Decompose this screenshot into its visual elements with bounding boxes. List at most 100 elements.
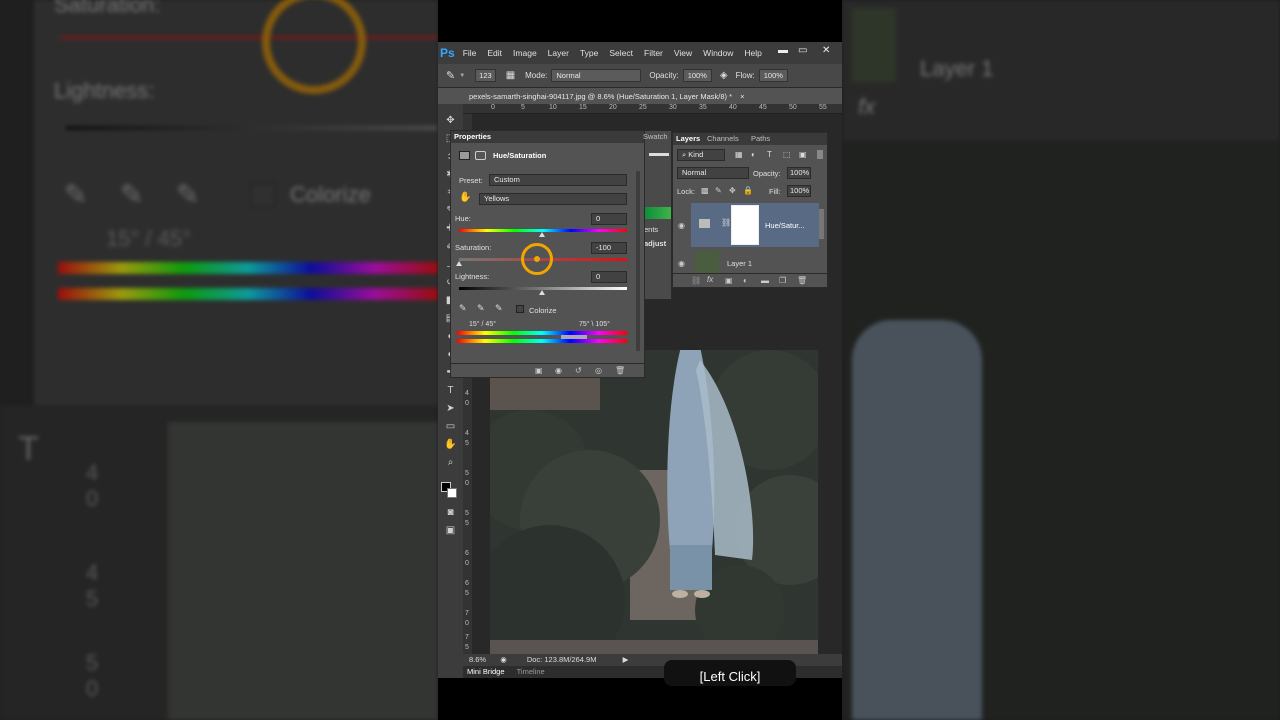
lightness-slider-thumb[interactable] — [539, 290, 545, 295]
menu-view[interactable]: View — [674, 48, 692, 58]
tab-timeline[interactable]: Timeline — [517, 667, 545, 676]
zoom-level[interactable]: 8.6% — [469, 655, 486, 664]
flow-field[interactable]: 100% — [758, 69, 788, 82]
status-info-icon[interactable]: ◉ — [500, 655, 507, 664]
menu-type[interactable]: Type — [580, 48, 598, 58]
reset-icon[interactable]: ↺ — [575, 366, 582, 375]
fill-field[interactable]: 100% — [787, 185, 811, 197]
eye-icon[interactable]: ◉ — [678, 221, 685, 230]
layers-panel-tabs: Layers Channels Paths — [673, 133, 827, 145]
lock-position-icon[interactable]: ✥ — [729, 186, 736, 195]
filter-smart-icon[interactable]: ▣ — [799, 150, 807, 159]
menu-layer[interactable]: Layer — [548, 48, 569, 58]
eyedropper-plus-icon[interactable]: ✎ — [477, 303, 485, 314]
lock-pixels-icon[interactable]: ✎ — [715, 186, 722, 195]
tab-swatches[interactable]: Swatch — [643, 132, 668, 141]
tab-channels[interactable]: Channels — [707, 134, 739, 143]
filter-pixel-icon[interactable]: ▦ — [735, 150, 743, 159]
menu-window[interactable]: Window — [703, 48, 733, 58]
tab-layers[interactable]: Layers — [676, 134, 700, 143]
brush-tool-icon[interactable]: ✎ — [446, 69, 455, 82]
channel-select[interactable]: Yellows — [479, 193, 627, 205]
hand-tool-icon[interactable]: ✋ — [444, 438, 457, 451]
trash-icon[interactable]: 🗑 — [615, 366, 625, 375]
status-menu-arrow-icon[interactable]: ▶ — [623, 655, 629, 664]
ruler-tick-label: 0 — [465, 480, 469, 487]
new-group-icon[interactable]: ▬ — [761, 276, 769, 285]
menu-image[interactable]: Image — [513, 48, 537, 58]
saturation-slider-thumb[interactable] — [456, 261, 462, 266]
fx-icon[interactable]: fx — [707, 275, 713, 284]
menu-select[interactable]: Select — [609, 48, 633, 58]
filter-type-icon[interactable]: T — [767, 150, 772, 159]
layer-opacity-field[interactable]: 100% — [787, 167, 811, 179]
tab-paths[interactable]: Paths — [751, 134, 770, 143]
background-color-swatch[interactable] — [447, 488, 457, 498]
filter-kind-select[interactable]: ⌕ Kind — [677, 149, 725, 161]
view-previous-icon[interactable]: ◉ — [555, 366, 562, 375]
minimize-button[interactable]: ▬ — [778, 45, 788, 56]
shape-tool-icon[interactable]: ▭ — [444, 420, 457, 433]
path-select-tool-icon[interactable]: ➤ — [444, 402, 457, 415]
delete-layer-icon[interactable]: 🗑 — [797, 276, 807, 285]
menu-edit[interactable]: Edit — [487, 48, 502, 58]
saturation-field[interactable]: -100 — [591, 242, 627, 254]
filter-shape-icon[interactable]: ⬚ — [783, 150, 791, 159]
visibility-icon[interactable]: ◎ — [595, 366, 602, 375]
close-window-button[interactable]: ✕ — [822, 45, 830, 56]
brush-panel-icon[interactable]: ▦ — [506, 70, 515, 81]
document-photo[interactable] — [490, 350, 818, 674]
mask-icon[interactable] — [475, 151, 486, 160]
screen-mode-icon[interactable]: ▣ — [444, 524, 457, 537]
link-layers-icon[interactable]: ⛓ — [691, 276, 701, 285]
type-tool-icon[interactable]: T — [444, 384, 457, 397]
ruler-tick-label: 20 — [609, 104, 617, 111]
layer-row-layer-1[interactable]: Layer 1 — [691, 249, 819, 273]
layers-scrollbar[interactable] — [819, 209, 824, 239]
pressure-opacity-icon[interactable]: ◈ — [720, 70, 728, 81]
menu-help[interactable]: Help — [744, 48, 761, 58]
layer-mask-thumbnail[interactable] — [731, 205, 759, 245]
menu-filter[interactable]: Filter — [644, 48, 663, 58]
document-close-icon[interactable]: × — [740, 92, 744, 101]
filter-adjustment-icon[interactable]: ◐ — [751, 150, 756, 159]
mode-select[interactable]: Normal — [551, 69, 642, 82]
properties-footer: ▣ ◉ ↺ ◎ 🗑 — [451, 363, 644, 377]
hue-field[interactable]: 0 — [591, 213, 627, 225]
blend-mode-select[interactable]: Normal — [677, 167, 749, 179]
maximize-button[interactable]: ▭ — [798, 45, 807, 56]
new-layer-icon[interactable]: ❐ — [779, 276, 786, 285]
layer-name[interactable]: Layer 1 — [727, 259, 752, 268]
clip-to-layer-icon[interactable]: ▣ — [535, 366, 543, 375]
brush-size-field[interactable]: 123 — [475, 69, 496, 82]
add-mask-icon[interactable]: ▣ — [725, 276, 733, 285]
lightness-field[interactable]: 0 — [591, 271, 627, 283]
tab-mini-bridge[interactable]: Mini Bridge — [467, 667, 505, 676]
lock-all-icon[interactable]: 🔒 — [743, 186, 753, 195]
hue-slider-thumb[interactable] — [539, 232, 545, 237]
opacity-field[interactable]: 100% — [682, 69, 712, 82]
ruler-tick-label: 7 — [465, 610, 469, 617]
eye-icon[interactable]: ◉ — [678, 259, 685, 268]
menu-file[interactable]: File — [463, 48, 477, 58]
eyedropper-minus-icon[interactable]: ✎ — [495, 303, 503, 314]
zoom-tool-icon[interactable]: ⌕ — [444, 456, 457, 469]
layer-name[interactable]: Hue/Satur... — [765, 221, 805, 230]
link-chain-icon[interactable]: ⛓ — [721, 218, 731, 227]
filter-toggle-icon[interactable] — [817, 150, 823, 159]
new-adjustment-icon[interactable]: ◐ — [743, 276, 748, 285]
brush-preset-dropdown-icon[interactable]: ▼ — [459, 73, 465, 79]
lock-transparent-icon[interactable]: ▩ — [701, 186, 709, 195]
document-tab[interactable]: pexels-samarth-singhai-904117.jpg @ 8.6%… — [463, 90, 793, 104]
panel-scrollbar[interactable] — [636, 171, 640, 351]
move-tool-icon[interactable]: ✥ — [444, 114, 457, 127]
targeted-adjustment-icon[interactable]: ✋ — [459, 192, 471, 203]
left-backdrop: Saturation: Lightness: ✎ ✎ ✎ Colorize 15… — [0, 0, 438, 720]
layer-row-hue-saturation[interactable]: ⛓ Hue/Satur... — [691, 203, 819, 247]
tab-properties[interactable]: Properties — [454, 132, 491, 141]
adjustment-title: Hue/Saturation — [493, 151, 547, 160]
eyedropper-icon[interactable]: ✎ — [459, 303, 467, 314]
colorize-checkbox[interactable] — [516, 305, 524, 313]
preset-select[interactable]: Custom — [489, 174, 627, 186]
quick-mask-icon[interactable]: ◙ — [444, 506, 457, 519]
